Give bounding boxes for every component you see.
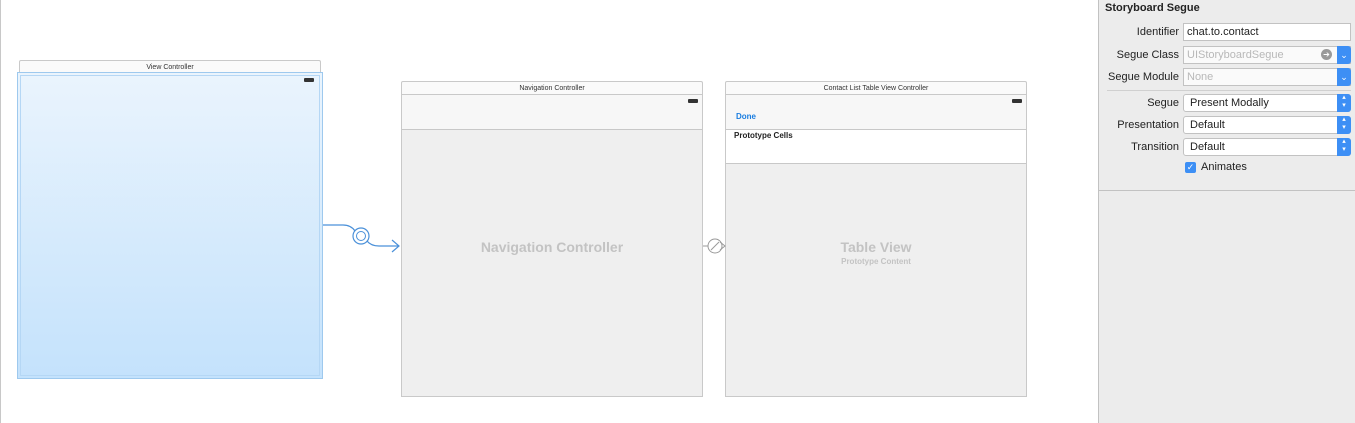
animates-checkbox[interactable]: ✓: [1185, 162, 1196, 173]
up-down-arrows-icon: ▴ ▾: [1337, 138, 1351, 156]
go-arrow-icon[interactable]: ➔: [1321, 49, 1332, 60]
attributes-inspector: Storyboard Segue Identifier chat.to.cont…: [1098, 0, 1355, 423]
segue-module-field[interactable]: None ⌄: [1183, 68, 1351, 86]
segue-kind-label: Segue: [1147, 97, 1179, 109]
up-down-arrows-icon: ▴ ▾: [1337, 116, 1351, 134]
segue-module-placeholder: None: [1187, 71, 1214, 83]
segue-class-label: Segue Class: [1116, 49, 1179, 61]
modal-segue-icon: [352, 227, 370, 245]
transition-label: Transition: [1131, 141, 1179, 153]
transition-popup[interactable]: Default ▴ ▾: [1183, 138, 1351, 156]
inspector-bottom-divider: [1099, 190, 1355, 191]
identifier-field[interactable]: chat.to.contact: [1183, 23, 1351, 41]
relationship-segue[interactable]: [703, 238, 726, 254]
presentation-value: Default: [1190, 119, 1225, 131]
chevron-down-icon[interactable]: ⌄: [1337, 46, 1351, 64]
segue-kind-popup[interactable]: Present Modally ▴ ▾: [1183, 94, 1351, 112]
inspector-header: Storyboard Segue: [1105, 2, 1200, 14]
animates-label: Animates: [1201, 161, 1247, 173]
modal-segue[interactable]: [323, 224, 400, 253]
chevron-down-icon[interactable]: ⌄: [1337, 68, 1351, 86]
transition-value: Default: [1190, 141, 1225, 153]
identifier-label: Identifier: [1136, 26, 1179, 38]
segue-class-field[interactable]: UIStoryboardSegue ➔ ⌄: [1183, 46, 1351, 64]
section-divider: [1107, 90, 1351, 91]
segue-connections: [323, 224, 726, 254]
presentation-label: Presentation: [1117, 119, 1179, 131]
segue-kind-value: Present Modally: [1190, 97, 1269, 109]
storyboard-canvas[interactable]: View Controller Navigation Controller Na…: [0, 0, 1098, 423]
segue-module-label: Segue Module: [1108, 71, 1179, 83]
presentation-popup[interactable]: Default ▴ ▾: [1183, 116, 1351, 134]
up-down-arrows-icon: ▴ ▾: [1337, 94, 1351, 112]
segue-class-placeholder: UIStoryboardSegue: [1187, 49, 1284, 61]
